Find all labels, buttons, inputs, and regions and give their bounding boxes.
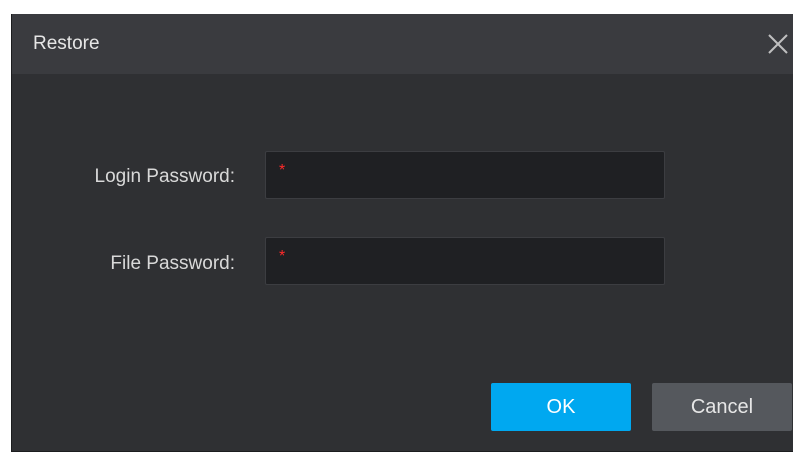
login-password-field-box: * [265, 151, 665, 199]
restore-dialog: Restore Login Password: * File Password:… [11, 14, 793, 452]
file-password-field-box: * [265, 237, 665, 285]
dialog-title: Restore [33, 33, 100, 54]
dialog-titlebar: Restore [12, 14, 793, 74]
login-password-label: Login Password: [94, 166, 235, 187]
file-password-input[interactable] [294, 238, 654, 284]
file-password-label: File Password: [110, 253, 235, 274]
required-marker: * [279, 162, 286, 179]
ok-button[interactable]: OK [491, 383, 631, 431]
login-password-input[interactable] [294, 152, 654, 198]
close-icon[interactable] [763, 29, 793, 59]
required-marker: * [279, 248, 286, 265]
cancel-button[interactable]: Cancel [652, 383, 792, 431]
